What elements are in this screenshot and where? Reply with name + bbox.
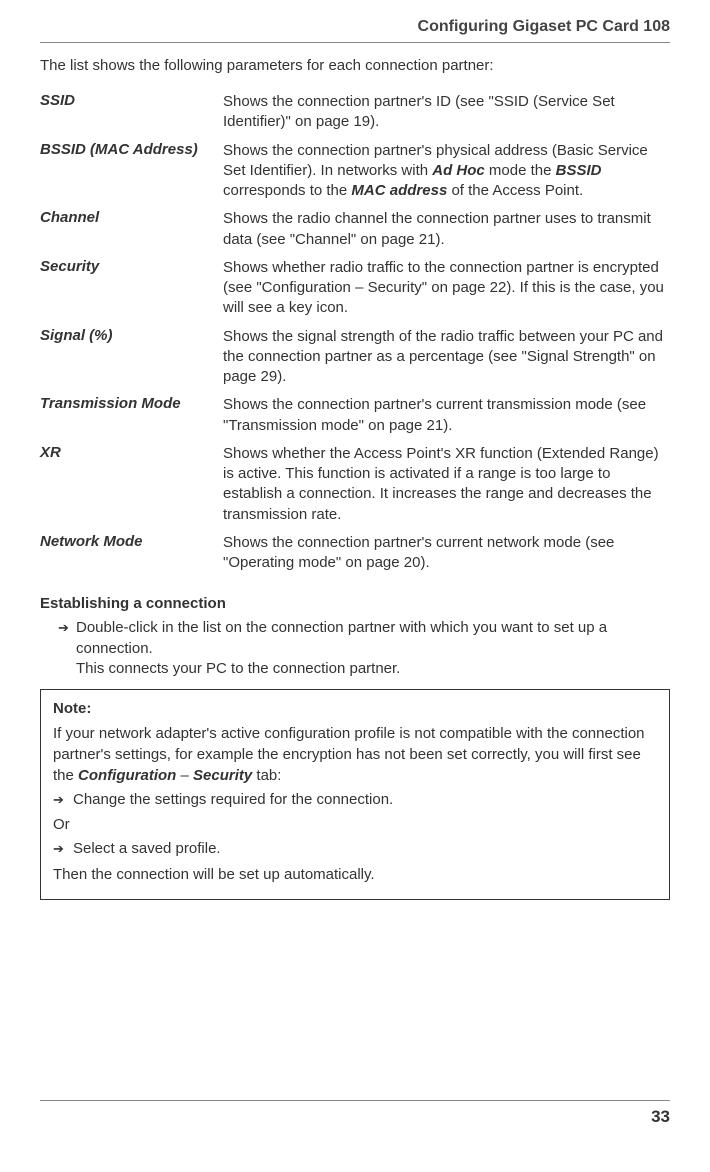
definition-description: Shows the connection partner's current t… <box>223 395 670 444</box>
header-rule <box>40 42 670 43</box>
definition-row: BSSID (MAC Address) Shows the connection… <box>40 141 670 210</box>
definition-description: Shows the connection partner's current n… <box>223 533 670 582</box>
establish-heading: Establishing a connection <box>40 595 670 612</box>
definition-description: Shows whether the Access Point's XR func… <box>223 444 670 533</box>
note-body: If your network adapter's active configu… <box>53 723 657 786</box>
definition-term: Network Mode <box>40 533 223 582</box>
note-or: Or <box>53 814 657 835</box>
page-header-title: Configuring Gigaset PC Card 108 <box>40 18 670 36</box>
definition-description: Shows the connection partner's ID (see "… <box>223 92 670 141</box>
definition-row: Signal (%) Shows the signal strength of … <box>40 327 670 396</box>
step-arrow-item: Double-click in the list on the connecti… <box>58 618 670 679</box>
definition-description: Shows the radio channel the connection p… <box>223 209 670 258</box>
step-text: Double-click in the list on the connecti… <box>76 619 607 656</box>
definition-term: Channel <box>40 209 223 258</box>
page-number: 33 <box>40 1101 670 1127</box>
definition-description: Shows the connection partner's physical … <box>223 141 670 210</box>
definition-description: Shows whether radio traffic to the conne… <box>223 258 670 327</box>
document-page: Configuring Gigaset PC Card 108 The list… <box>0 0 710 1147</box>
step-followup: This connects your PC to the connection … <box>76 660 400 677</box>
definition-term: Transmission Mode <box>40 395 223 444</box>
intro-text: The list shows the following parameters … <box>40 57 670 74</box>
definition-row: XR Shows whether the Access Point's XR f… <box>40 444 670 533</box>
note-option-1: Change the settings required for the con… <box>53 790 657 810</box>
definition-row: Channel Shows the radio channel the conn… <box>40 209 670 258</box>
definition-term: Security <box>40 258 223 327</box>
definition-term: SSID <box>40 92 223 141</box>
note-box: Note: If your network adapter's active c… <box>40 689 670 900</box>
definition-row: Transmission Mode Shows the connection p… <box>40 395 670 444</box>
note-option-2: Select a saved profile. <box>53 839 657 859</box>
definition-row: SSID Shows the connection partner's ID (… <box>40 92 670 141</box>
definition-term: BSSID (MAC Address) <box>40 141 223 210</box>
note-label: Note: <box>53 698 657 719</box>
definition-row: Security Shows whether radio traffic to … <box>40 258 670 327</box>
definitions-table: SSID Shows the connection partner's ID (… <box>40 92 670 581</box>
definition-term: Signal (%) <box>40 327 223 396</box>
definition-term: XR <box>40 444 223 533</box>
establish-steps: Double-click in the list on the connecti… <box>40 618 670 679</box>
definition-description: Shows the signal strength of the radio t… <box>223 327 670 396</box>
definition-row: Network Mode Shows the connection partne… <box>40 533 670 582</box>
note-tail: Then the connection will be set up autom… <box>53 864 657 885</box>
